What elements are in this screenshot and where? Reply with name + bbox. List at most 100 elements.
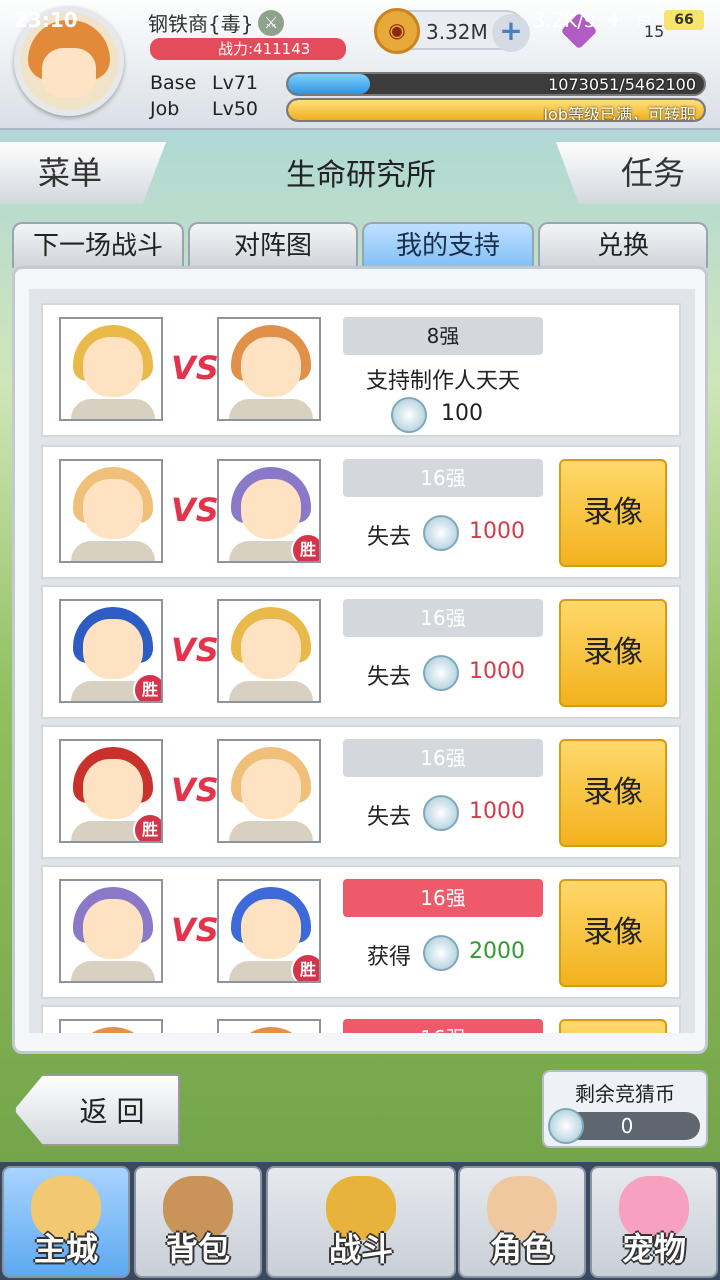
bet-amount: 2000	[469, 939, 525, 964]
bet-amount: 1000	[469, 659, 525, 684]
fighter-hair	[231, 1027, 311, 1033]
fighter-face	[83, 759, 143, 819]
fighter-face	[83, 479, 143, 539]
bet-coin-icon	[423, 795, 459, 831]
job-level-row: Job Lv50	[150, 98, 258, 120]
match-row: 胜 VS 16强失去 1000 录像	[41, 585, 681, 719]
fighter-body	[71, 961, 155, 981]
round-label: 16强	[343, 879, 543, 917]
replay-button[interactable]: 录像	[559, 599, 667, 707]
vs-label: VS	[171, 631, 219, 669]
bet-coin-icon	[391, 397, 427, 433]
fighter-face	[83, 337, 143, 397]
fighter-body	[229, 399, 313, 419]
match-row: VS 胜 16强失去 1000 录像	[41, 445, 681, 579]
bet-result-label: 失去	[367, 525, 412, 550]
fighter-body	[229, 681, 313, 701]
nav-label: 主城	[33, 1230, 98, 1268]
job-exp-text: Job等级已满，可转职	[543, 105, 696, 122]
bet-result-label: 失去	[367, 665, 412, 690]
replay-button[interactable]: 录像	[559, 739, 667, 847]
right-fighter-portrait[interactable]	[217, 317, 321, 421]
base-exp-text: 1073051/5462100	[548, 75, 696, 94]
tab-next-battle[interactable]: 下一场战斗	[12, 222, 184, 268]
winner-badge: 胜	[133, 673, 161, 701]
round-label: 16强	[343, 1019, 543, 1033]
bet-amount: 1000	[469, 519, 525, 544]
nav-character[interactable]: 角色	[458, 1166, 586, 1278]
menu-button[interactable]: 菜单	[0, 142, 166, 204]
left-fighter-portrait[interactable]	[59, 317, 163, 421]
vs-label: VS	[171, 491, 219, 529]
right-fighter-portrait[interactable]	[217, 1019, 321, 1033]
vs-label: VS	[171, 771, 219, 809]
round-label: 16强	[343, 599, 543, 637]
bet-result-label: 获得	[367, 945, 412, 970]
job-exp-bar: Job等级已满，可转职	[286, 98, 706, 122]
fighter-body	[229, 821, 313, 841]
bet-result-line: 失去 1000	[343, 655, 543, 691]
wifi-icon: ≋	[635, 8, 652, 32]
replay-button[interactable]: 录像	[559, 879, 667, 987]
fighter-face	[241, 619, 301, 679]
right-fighter-portrait[interactable]	[217, 599, 321, 703]
nav-label: 战斗	[328, 1230, 393, 1268]
net-speed: 3.2K/s	[532, 8, 595, 32]
nav-label: 宠物	[621, 1230, 686, 1268]
replay-button[interactable]	[559, 1019, 667, 1033]
fighter-face	[241, 759, 301, 819]
left-fighter-portrait[interactable]: 胜	[59, 739, 163, 843]
nav-backpack[interactable]: 背包	[134, 1166, 262, 1278]
nav-pet[interactable]: 宠物	[590, 1166, 718, 1278]
bottom-nav: 主城 背包 战斗 角色 宠物	[0, 1162, 720, 1280]
fighter-hair	[73, 1027, 153, 1033]
vs-label: VS	[171, 349, 219, 387]
bet-result-line: 失去 1000	[343, 515, 543, 551]
task-button[interactable]: 任务	[556, 142, 720, 204]
match-row: VS16强	[41, 1005, 681, 1033]
match-row: VS 胜 16强获得 2000 录像	[41, 865, 681, 999]
vs-label: VS	[171, 911, 219, 949]
base-exp-fill	[288, 74, 370, 94]
replay-button[interactable]: 录像	[559, 459, 667, 567]
bet-amount: 1000	[469, 799, 525, 824]
round-label: 8强	[343, 317, 543, 355]
left-fighter-portrait[interactable]: 胜	[59, 599, 163, 703]
right-fighter-portrait[interactable]: 胜	[217, 459, 321, 563]
left-fighter-portrait[interactable]	[59, 459, 163, 563]
tab-my-support[interactable]: 我的支持	[362, 222, 534, 268]
bet-coin-icon	[548, 1108, 584, 1144]
tab-bracket[interactable]: 对阵图	[188, 222, 358, 268]
bet-result-line: 失去 1000	[343, 795, 543, 831]
fighter-face	[83, 899, 143, 959]
bet-result-label: 失去	[367, 805, 412, 830]
fighter-body	[71, 541, 155, 561]
left-fighter-portrait[interactable]	[59, 879, 163, 983]
round-label: 16强	[343, 739, 543, 777]
avatar-face	[42, 48, 96, 98]
job-level: Lv50	[212, 98, 259, 120]
nav-battle[interactable]: 战斗	[266, 1166, 456, 1278]
left-fighter-portrait[interactable]	[59, 1019, 163, 1033]
winner-badge: 胜	[291, 953, 319, 981]
fighter-face	[241, 479, 301, 539]
nav-label: 角色	[489, 1230, 554, 1268]
support-panel: VS 8强 支持制作人天天 100 VS 胜 16强 失去 1000 录像胜 VS 16强 失去 1000…	[12, 266, 708, 1054]
tab-exchange[interactable]: 兑换	[538, 222, 708, 268]
support-target: 支持制作人天天	[365, 369, 520, 394]
nav-castle[interactable]: 主城	[2, 1166, 130, 1278]
right-fighter-portrait[interactable]: 胜	[217, 879, 321, 983]
battery-icon: 66	[664, 10, 704, 30]
airplane-icon: ✈	[606, 8, 624, 32]
base-exp-bar: 1073051/5462100	[286, 72, 706, 96]
remaining-coins-box: 剩余竞猜币 0	[542, 1070, 708, 1148]
back-button[interactable]: 返 回	[14, 1074, 180, 1146]
support-list[interactable]: VS 8强 支持制作人天天 100 VS 胜 16强 失去 1000 录像胜 VS 16强 失去 1000…	[29, 289, 695, 1033]
nav-label: 背包	[165, 1230, 230, 1268]
bet-coin-icon	[423, 935, 459, 971]
bet-coin-icon	[423, 655, 459, 691]
bet-coin-icon	[423, 515, 459, 551]
right-fighter-portrait[interactable]	[217, 739, 321, 843]
round-label: 16强	[343, 459, 543, 497]
winner-badge: 胜	[133, 813, 161, 841]
